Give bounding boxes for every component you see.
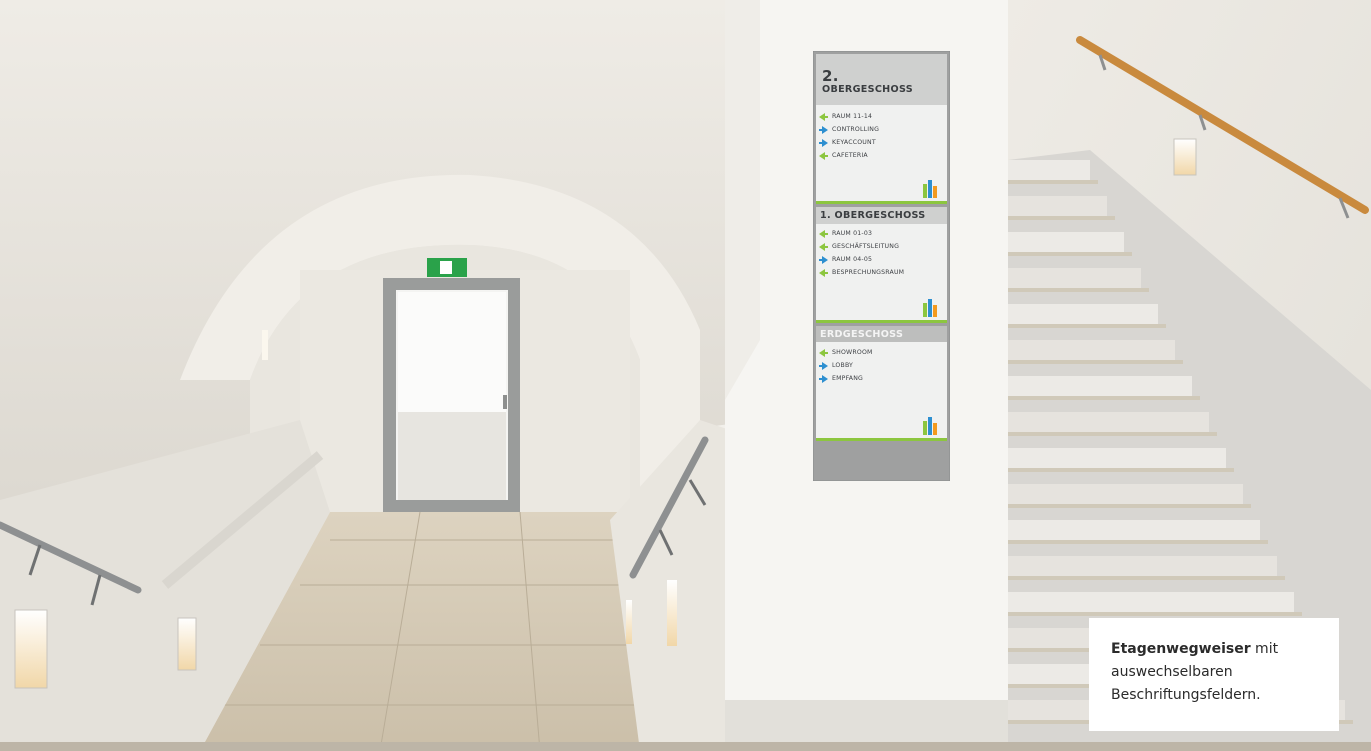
- stair-step: [1008, 376, 1192, 396]
- room-list-item: RAUM 11-14: [816, 110, 947, 123]
- image-caption: Etagenwegweiser mit auswechselbaren Besc…: [1089, 618, 1339, 731]
- panel-heading-number: 2.: [822, 67, 839, 85]
- stair-step: [1008, 340, 1175, 360]
- room-label: CONTROLLING: [832, 126, 880, 133]
- stair-step-edge: [1008, 216, 1115, 220]
- room-label: SHOWROOM: [832, 349, 873, 356]
- stair-step: [1008, 196, 1107, 216]
- caption-bold: Etagenwegweiser: [1111, 641, 1251, 657]
- room-list-item: SHOWROOM: [816, 346, 947, 359]
- stair-step-edge: [1008, 324, 1166, 328]
- room-list-item: KEYACCOUNT: [816, 136, 947, 149]
- floor-directory-sign: 2. OBERGESCHOSS RAUM 11-14 CONTROLLING KEY…: [813, 51, 950, 481]
- room-label: RAUM 01-03: [832, 230, 873, 237]
- sign-panel-2og: 2. OBERGESCHOSS RAUM 11-14 CONTROLLING KEY…: [816, 54, 947, 204]
- stair-step-edge: [1008, 180, 1098, 184]
- room-list-item: CAFETERIA: [816, 149, 947, 162]
- left-arrow-icon: [819, 229, 828, 238]
- stair-step-edge: [1008, 504, 1251, 508]
- panel-heading: 1. OBERGESCHOSS: [820, 210, 926, 221]
- stair-step-edge: [1008, 252, 1132, 256]
- sign-panel-eg: ERDGESCHOSS SHOWROOM LOBBY EMPFANG: [816, 326, 947, 441]
- room-label: EMPFANG: [832, 375, 864, 382]
- stair-step-edge: [1008, 432, 1217, 436]
- room-label: BESPRECHUNGSRAUM: [832, 269, 905, 276]
- stair-step: [1008, 520, 1260, 540]
- room-list-item: LOBBY: [816, 359, 947, 372]
- panel-heading: ERDGESCHOSS: [820, 329, 904, 340]
- stair-step-edge: [1008, 612, 1302, 616]
- room-list-item: BESPRECHUNGSRAUM: [816, 266, 947, 279]
- left-arrow-icon: [819, 348, 828, 357]
- room-list: RAUM 01-03 GESCHÄFTSLEITUNG RAUM 04-05 BESP…: [816, 224, 947, 279]
- building-logo-icon: [923, 180, 937, 198]
- stair-step: [1008, 232, 1124, 252]
- stair-step: [1008, 160, 1090, 180]
- right-arrow-icon: [819, 125, 828, 134]
- room-list-item: RAUM 01-03: [816, 227, 947, 240]
- stair-step: [1008, 448, 1226, 468]
- room-list: RAUM 11-14 CONTROLLING KEYACCOUNT CAFETERIA: [816, 105, 947, 162]
- room-label: RAUM 11-14: [832, 113, 873, 120]
- room-list: SHOWROOM LOBBY EMPFANG: [816, 342, 947, 385]
- stair-step: [1008, 592, 1294, 612]
- right-arrow-icon: [819, 374, 828, 383]
- room-label: RAUM 04-05: [832, 256, 873, 263]
- stair-step: [1008, 484, 1243, 504]
- stair-step: [1008, 412, 1209, 432]
- stair-step-edge: [1008, 576, 1285, 580]
- room-list-item: EMPFANG: [816, 372, 947, 385]
- sign-panel-1og: 1. OBERGESCHOSS RAUM 01-03 GESCHÄFTSLEITU…: [816, 207, 947, 323]
- stair-step-edge: [1008, 468, 1234, 472]
- stair-step: [1008, 268, 1141, 288]
- left-arrow-icon: [819, 242, 828, 251]
- room-label: KEYACCOUNT: [832, 139, 876, 146]
- stair-step-edge: [1008, 288, 1149, 292]
- stair-step-edge: [1008, 360, 1183, 364]
- left-arrow-icon: [819, 112, 828, 121]
- stair-step: [1008, 556, 1277, 576]
- stair-step-edge: [1008, 540, 1268, 544]
- stair-step: [1008, 304, 1158, 324]
- left-arrow-icon: [819, 268, 828, 277]
- room-list-item: GESCHÄFTSLEITUNG: [816, 240, 947, 253]
- building-logo-icon: [923, 417, 937, 435]
- stair-step-edge: [1008, 396, 1200, 400]
- room-list-item: CONTROLLING: [816, 123, 947, 136]
- building-logo-icon: [923, 299, 937, 317]
- room-label: LOBBY: [832, 362, 854, 369]
- panel-heading: OBERGESCHOSS: [822, 84, 913, 95]
- room-label: CAFETERIA: [832, 152, 868, 159]
- left-arrow-icon: [819, 151, 828, 160]
- right-arrow-icon: [819, 361, 828, 370]
- right-arrow-icon: [819, 255, 828, 264]
- room-list-item: RAUM 04-05: [816, 253, 947, 266]
- right-arrow-icon: [819, 138, 828, 147]
- room-label: GESCHÄFTSLEITUNG: [832, 243, 900, 250]
